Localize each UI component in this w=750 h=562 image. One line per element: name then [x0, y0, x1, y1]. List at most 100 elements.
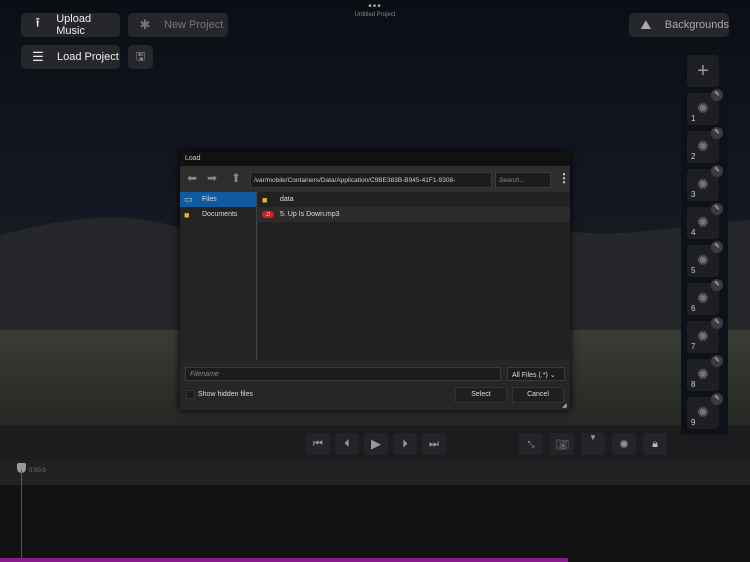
lock-icon[interactable]: 🔒︎ [643, 433, 667, 455]
audio-reactive-icon[interactable]: ✺ [612, 433, 636, 455]
preset-number: 3 [691, 190, 695, 199]
preset-thumbnail[interactable]: ✺✎6 [687, 283, 719, 315]
mountain-icon: ⛰ [637, 17, 655, 33]
menu-dots-icon[interactable]: ••• [330, 2, 420, 12]
backgrounds-label: Backgrounds [665, 19, 729, 31]
next-button[interactable]: ⏵ [393, 433, 417, 455]
new-project-label: New Project [164, 19, 223, 31]
progress-bar [0, 558, 568, 562]
skip-to-start-button[interactable]: ⏮ [306, 433, 330, 455]
preset-number: 9 [691, 418, 695, 427]
tool-controls: ⤡ 📷︎ ▼ ✺ 🔒︎ [519, 433, 667, 455]
file-row[interactable]: ♫ 5. Up Is Down.mp3 [258, 207, 570, 222]
collapse-icon[interactable]: ⤡ [519, 433, 543, 455]
splash-icon: ✺ [697, 138, 709, 155]
file-name: data [280, 196, 294, 203]
up-arrow-icon[interactable]: ⬆ [231, 171, 241, 185]
file-name: 5. Up Is Down.mp3 [280, 211, 340, 218]
preset-number: 1 [691, 114, 695, 123]
show-hidden-label: Show hidden files [198, 391, 253, 398]
chevron-down-icon: ⌄ [550, 372, 556, 379]
preset-thumbnail[interactable]: ✺✎1 [687, 93, 719, 125]
splash-icon: ✺ [697, 100, 709, 117]
splash-icon: ✺ [697, 176, 709, 193]
edit-pencil-icon[interactable]: ✎ [711, 165, 723, 177]
preset-number: 6 [691, 304, 695, 313]
preset-number: 5 [691, 266, 695, 275]
preset-thumbnail[interactable]: ✺✎8 [687, 359, 719, 391]
place-files[interactable]: ▭Files [180, 192, 256, 207]
preset-thumbnail[interactable]: ✺✎5 [687, 245, 719, 277]
edit-pencil-icon[interactable]: ✎ [711, 317, 723, 329]
cancel-button[interactable]: Cancel [512, 387, 564, 403]
splash-icon: ✺ [697, 404, 709, 421]
edit-pencil-icon[interactable]: ✎ [711, 89, 723, 101]
load-project-label: Load Project [57, 51, 119, 63]
file-type-select[interactable]: All Files (.*) ⌄ [507, 367, 565, 381]
timeline[interactable] [0, 485, 750, 562]
search-input[interactable]: Search... [495, 172, 551, 188]
back-arrow-icon[interactable]: ⬅ [187, 171, 197, 185]
preset-thumbnail[interactable]: ✺✎7 [687, 321, 719, 353]
edit-pencil-icon[interactable]: ✎ [711, 127, 723, 139]
upload-music-button[interactable]: ⭱ Upload Music [21, 13, 120, 37]
asterisk-icon: ✱ [136, 17, 154, 33]
camera-icon[interactable]: 📷︎ [550, 433, 574, 455]
forward-arrow-icon[interactable]: ➡ [207, 171, 217, 185]
show-hidden-checkbox[interactable] [186, 390, 195, 399]
dialog-title: Load [180, 152, 570, 166]
file-row[interactable]: ■ data [258, 192, 570, 207]
folder-icon: ■ [184, 210, 196, 220]
backgrounds-button[interactable]: ⛰ Backgrounds [629, 13, 729, 37]
transport-controls: ⏮ ⏴ ▶ ⏵ ⏭ [306, 433, 446, 455]
previous-button[interactable]: ⏴ [335, 433, 359, 455]
play-button[interactable]: ▶ [364, 433, 388, 455]
dropdown-arrow-icon[interactable]: ▼ [581, 433, 605, 455]
save-button[interactable]: 🖫 [128, 45, 153, 69]
new-project-button[interactable]: ✱ New Project [128, 13, 228, 37]
upload-music-label: Upload Music [56, 13, 120, 37]
project-title-area[interactable]: •••Untitled Project [330, 2, 420, 18]
music-file-icon: ♫ [262, 211, 274, 218]
load-project-button[interactable]: ☰ Load Project [21, 45, 120, 69]
upload-icon: ⭱ [29, 14, 46, 36]
folder-icon: ■ [262, 195, 274, 205]
playhead-line [21, 470, 22, 560]
splash-icon: ✺ [697, 252, 709, 269]
preset-thumbnail[interactable]: ✺✎2 [687, 131, 719, 163]
preset-number: 8 [691, 380, 695, 389]
playhead-time: 0:00.0 [29, 468, 46, 474]
list-icon: ☰ [29, 49, 47, 65]
select-button[interactable]: Select [455, 387, 507, 403]
load-dialog: Load ⬅ ➡ ⬆ /var/mobile/Containers/Data/A… [180, 152, 570, 410]
preset-thumbnail[interactable]: ✺✎9 [687, 397, 719, 429]
places-panel: ▭Files ■ Documents [180, 192, 257, 360]
project-title: Untitled Project [330, 12, 420, 18]
preset-sidebar[interactable]: + ✺✎1✺✎2✺✎3✺✎4✺✎5✺✎6✺✎7✺✎8✺✎9 [681, 50, 728, 435]
preset-number: 7 [691, 342, 695, 351]
splash-icon: ✺ [697, 328, 709, 345]
add-preset-button[interactable]: + [687, 55, 719, 87]
edit-pencil-icon[interactable]: ✎ [711, 279, 723, 291]
filename-input[interactable]: Filename [185, 367, 501, 381]
edit-pencil-icon[interactable]: ✎ [711, 355, 723, 367]
place-label: Documents [202, 211, 237, 218]
edit-pencil-icon[interactable]: ✎ [711, 203, 723, 215]
path-field[interactable]: /var/mobile/Containers/Data/Application/… [250, 172, 492, 188]
splash-icon: ✺ [697, 290, 709, 307]
more-options-icon[interactable]: ⋮ [558, 171, 570, 185]
skip-to-end-button[interactable]: ⏭ [422, 433, 446, 455]
edit-pencil-icon[interactable]: ✎ [711, 393, 723, 405]
edit-pencil-icon[interactable]: ✎ [711, 241, 723, 253]
preset-number: 4 [691, 228, 695, 237]
place-documents[interactable]: ■ Documents [180, 207, 256, 222]
resize-grip-icon[interactable]: ◢ [562, 402, 567, 409]
preset-thumbnail[interactable]: ✺✎3 [687, 169, 719, 201]
file-type-value: All Files (.*) [512, 372, 548, 379]
drive-icon: ▭ [184, 194, 196, 205]
splash-icon: ✺ [697, 366, 709, 383]
timeline-header [0, 460, 750, 485]
file-list: ■ data ♫ 5. Up Is Down.mp3 [258, 192, 570, 360]
preset-number: 2 [691, 152, 695, 161]
preset-thumbnail[interactable]: ✺✎4 [687, 207, 719, 239]
